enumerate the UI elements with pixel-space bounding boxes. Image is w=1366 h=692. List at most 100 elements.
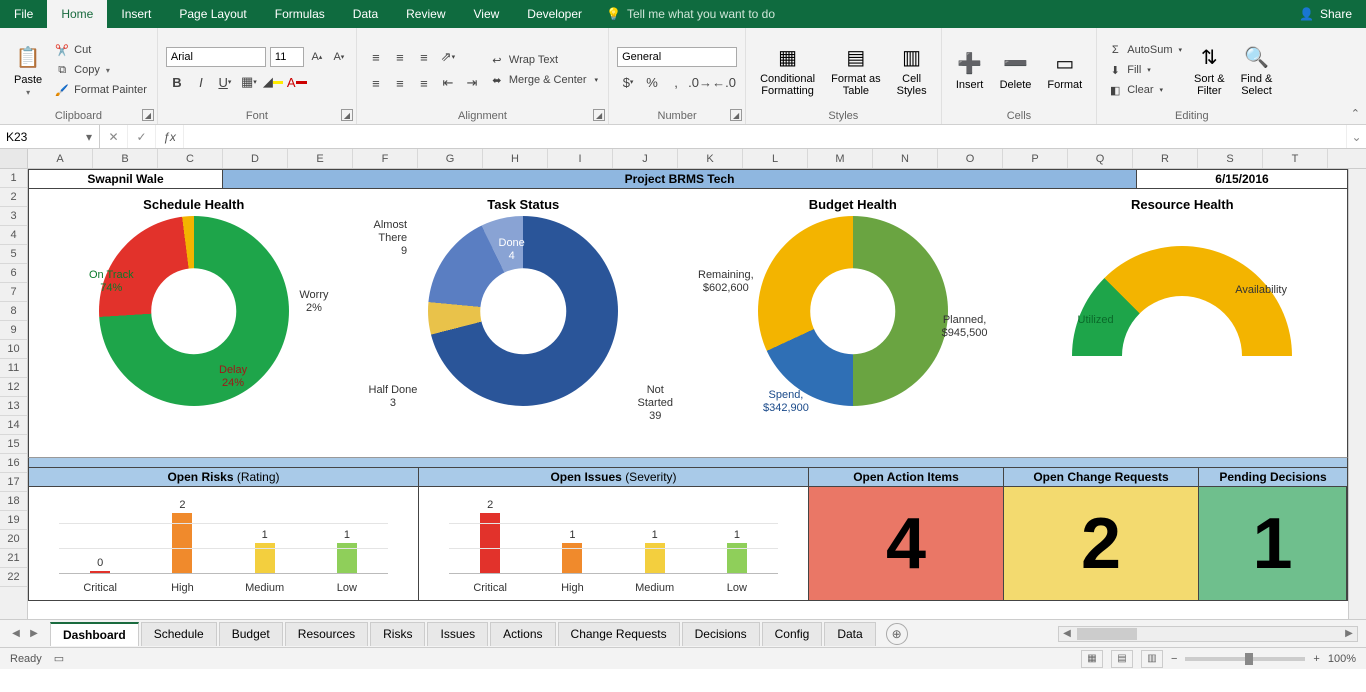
decrease-decimal-button[interactable]: ←.0 xyxy=(713,71,735,93)
column-header[interactable]: E xyxy=(288,149,353,168)
insert-cells-button[interactable]: ➕Insert xyxy=(950,32,990,108)
tab-insert[interactable]: Insert xyxy=(107,0,165,28)
border-button[interactable]: ▦▾ xyxy=(238,71,260,93)
expand-formula-bar[interactable]: ⌄ xyxy=(1346,125,1366,148)
worksheet-area[interactable]: Swapnil Wale Project BRMS Tech 6/15/2016… xyxy=(28,169,1348,619)
sheet-nav-next[interactable]: ▶ xyxy=(26,626,42,642)
sheet-tab[interactable]: Decisions xyxy=(682,622,760,646)
tab-review[interactable]: Review xyxy=(392,0,459,28)
align-left-button[interactable]: ≡ xyxy=(365,72,387,94)
sheet-tab[interactable]: Risks xyxy=(370,622,425,646)
delete-cells-button[interactable]: ➖Delete xyxy=(994,32,1038,108)
row-header[interactable]: 15 xyxy=(0,435,27,454)
column-header[interactable]: B xyxy=(93,149,158,168)
format-painter-button[interactable]: 🖌️Format Painter xyxy=(52,81,149,99)
tab-developer[interactable]: Developer xyxy=(513,0,596,28)
column-header[interactable]: R xyxy=(1133,149,1198,168)
align-top-button[interactable]: ≡ xyxy=(365,46,387,68)
column-header[interactable]: A xyxy=(28,149,93,168)
row-header[interactable]: 20 xyxy=(0,530,27,549)
row-header[interactable]: 6 xyxy=(0,264,27,283)
row-header[interactable]: 8 xyxy=(0,302,27,321)
sheet-tab[interactable]: Change Requests xyxy=(558,622,680,646)
merge-center-button[interactable]: ⬌Merge & Center▾ xyxy=(487,71,600,89)
zoom-slider[interactable] xyxy=(1185,657,1305,661)
row-header[interactable]: 17 xyxy=(0,473,27,492)
row-header[interactable]: 21 xyxy=(0,549,27,568)
decrease-font-button[interactable]: A▾ xyxy=(330,48,348,66)
column-header[interactable]: P xyxy=(1003,149,1068,168)
format-as-table-button[interactable]: ▤Format as Table xyxy=(825,32,887,108)
column-header[interactable]: N xyxy=(873,149,938,168)
font-color-button[interactable]: A xyxy=(286,71,308,93)
sheet-tab[interactable]: Schedule xyxy=(141,622,217,646)
bold-button[interactable]: B xyxy=(166,71,188,93)
sheet-tab[interactable]: Budget xyxy=(219,622,283,646)
tab-data[interactable]: Data xyxy=(339,0,392,28)
row-header[interactable]: 16 xyxy=(0,454,27,473)
zoom-in-button[interactable]: + xyxy=(1313,653,1319,665)
row-header[interactable]: 10 xyxy=(0,340,27,359)
row-header[interactable]: 19 xyxy=(0,511,27,530)
column-header[interactable]: J xyxy=(613,149,678,168)
conditional-formatting-button[interactable]: ▦Conditional Formatting xyxy=(754,32,821,108)
name-box[interactable]: ▾ xyxy=(0,125,100,148)
percent-format-button[interactable]: % xyxy=(641,71,663,93)
increase-decimal-button[interactable]: .0→ xyxy=(689,71,711,93)
column-header[interactable]: D xyxy=(223,149,288,168)
sheet-tab[interactable]: Dashboard xyxy=(50,622,139,646)
font-dialog-launcher[interactable]: ◢ xyxy=(341,109,353,121)
sheet-tab[interactable]: Resources xyxy=(285,622,368,646)
orientation-button[interactable]: ⇗▾ xyxy=(437,46,459,68)
copy-button[interactable]: ⧉Copy▾ xyxy=(52,61,149,79)
cancel-formula-button[interactable]: ✕ xyxy=(100,125,128,148)
zoom-out-button[interactable]: − xyxy=(1171,653,1177,665)
tab-file[interactable]: File xyxy=(0,0,47,28)
macro-record-icon[interactable]: ▭ xyxy=(54,652,64,665)
hscroll-left[interactable]: ◀ xyxy=(1059,628,1075,639)
row-header[interactable]: 22 xyxy=(0,568,27,587)
horizontal-scrollbar[interactable]: ◀ ▶ xyxy=(1058,626,1358,642)
sort-filter-button[interactable]: ⇅Sort & Filter xyxy=(1188,32,1231,108)
column-header[interactable]: F xyxy=(353,149,418,168)
sheet-nav-prev[interactable]: ◀ xyxy=(8,626,24,642)
decrease-indent-button[interactable]: ⇤ xyxy=(437,72,459,94)
underline-button[interactable]: U▾ xyxy=(214,71,236,93)
font-name-select[interactable] xyxy=(166,47,266,67)
add-sheet-button[interactable]: ⊕ xyxy=(886,623,908,645)
tab-view[interactable]: View xyxy=(460,0,514,28)
clipboard-dialog-launcher[interactable]: ◢ xyxy=(142,109,154,121)
row-header[interactable]: 2 xyxy=(0,188,27,207)
column-header[interactable]: L xyxy=(743,149,808,168)
cell-styles-button[interactable]: ▥Cell Styles xyxy=(891,32,933,108)
number-dialog-launcher[interactable]: ◢ xyxy=(730,109,742,121)
autosum-button[interactable]: ΣAutoSum▾ xyxy=(1105,41,1184,59)
row-header[interactable]: 12 xyxy=(0,378,27,397)
column-header[interactable]: O xyxy=(938,149,1003,168)
row-header[interactable]: 7 xyxy=(0,283,27,302)
row-header[interactable]: 5 xyxy=(0,245,27,264)
zoom-level[interactable]: 100% xyxy=(1328,653,1356,665)
tab-page-layout[interactable]: Page Layout xyxy=(165,0,260,28)
column-header[interactable]: I xyxy=(548,149,613,168)
paste-button[interactable]: 📋 Paste ▾ xyxy=(8,32,48,108)
align-right-button[interactable]: ≡ xyxy=(413,72,435,94)
sheet-tab[interactable]: Actions xyxy=(490,622,555,646)
row-header[interactable]: 14 xyxy=(0,416,27,435)
collapse-ribbon-button[interactable]: ⌃ xyxy=(1351,107,1360,120)
normal-view-button[interactable]: ▦ xyxy=(1081,650,1103,668)
accounting-format-button[interactable]: $▾ xyxy=(617,71,639,93)
row-header[interactable]: 4 xyxy=(0,226,27,245)
column-header[interactable]: H xyxy=(483,149,548,168)
cell-reference-input[interactable] xyxy=(0,130,80,144)
column-header[interactable]: C xyxy=(158,149,223,168)
formula-input[interactable] xyxy=(184,125,1346,148)
column-header[interactable]: K xyxy=(678,149,743,168)
name-box-dropdown[interactable]: ▾ xyxy=(80,130,98,144)
number-format-select[interactable] xyxy=(617,47,737,67)
insert-function-button[interactable]: ƒx xyxy=(156,125,184,148)
cut-button[interactable]: ✂️Cut xyxy=(52,41,149,59)
row-header[interactable]: 13 xyxy=(0,397,27,416)
font-size-select[interactable] xyxy=(270,47,304,67)
italic-button[interactable]: I xyxy=(190,71,212,93)
